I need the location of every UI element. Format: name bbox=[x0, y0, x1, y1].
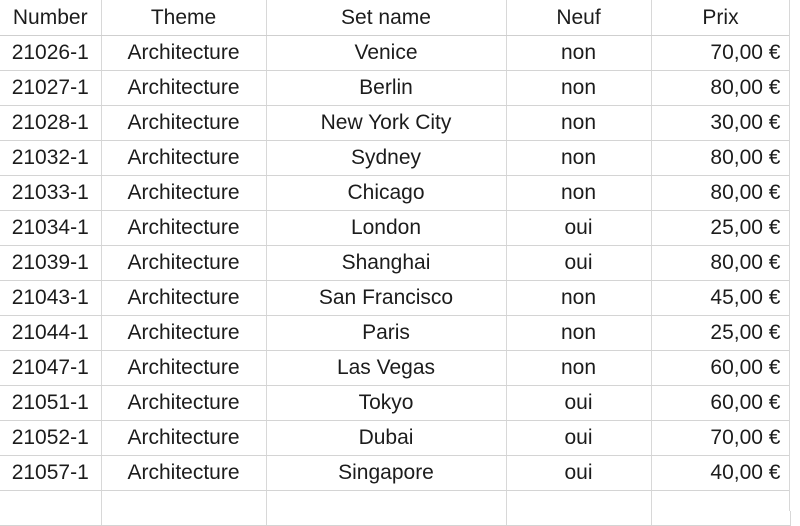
column-header-prix[interactable]: Prix bbox=[651, 0, 791, 36]
cell-prix[interactable]: 60,00 € bbox=[651, 350, 791, 386]
table-row[interactable]: 21026-1 Architecture Venice non 70,00 € bbox=[0, 35, 791, 71]
cell-number[interactable]: 21032-1 bbox=[0, 140, 102, 176]
cell-setname[interactable]: Chicago bbox=[266, 175, 507, 211]
cell-prix[interactable]: 60,00 € bbox=[651, 385, 791, 421]
table-row[interactable]: 21047-1 Architecture Las Vegas non 60,00 € bbox=[0, 350, 791, 386]
cell-prix[interactable]: 45,00 € bbox=[651, 280, 791, 316]
cell-number[interactable]: 21039-1 bbox=[0, 245, 102, 281]
cell-setname[interactable]: Dubai bbox=[266, 420, 507, 456]
table-row[interactable]: 21057-1 Architecture Singapore oui 40,00 € bbox=[0, 455, 791, 491]
column-header-number[interactable]: Number bbox=[0, 0, 102, 36]
table-row[interactable]: 21051-1 Architecture Tokyo oui 60,00 € bbox=[0, 385, 791, 421]
cell-theme[interactable]: Architecture bbox=[101, 35, 267, 71]
cell-neuf[interactable]: non bbox=[506, 140, 652, 176]
table-row[interactable]: 21052-1 Architecture Dubai oui 70,00 € bbox=[0, 420, 791, 456]
cell-neuf[interactable]: oui bbox=[506, 210, 652, 246]
cell-prix[interactable]: 80,00 € bbox=[651, 245, 791, 281]
table-body: 21026-1 Architecture Venice non 70,00 €21027… bbox=[0, 35, 791, 526]
cell-setname[interactable]: Berlin bbox=[266, 70, 507, 106]
cell-setname[interactable]: Venice bbox=[266, 35, 507, 71]
cell-theme[interactable]: Architecture bbox=[101, 210, 267, 246]
cell-setname[interactable]: Shanghai bbox=[266, 245, 507, 281]
cell-setname[interactable]: Paris bbox=[266, 315, 507, 351]
cell-number[interactable]: 21044-1 bbox=[0, 315, 102, 351]
cell-number[interactable]: 21051-1 bbox=[0, 385, 102, 421]
cell-theme[interactable]: Architecture bbox=[101, 350, 267, 386]
cell-prix[interactable] bbox=[651, 490, 791, 526]
cell-theme[interactable]: Architecture bbox=[101, 455, 267, 491]
cell-neuf[interactable]: non bbox=[506, 280, 652, 316]
cell-neuf[interactable]: oui bbox=[506, 455, 652, 491]
cell-number[interactable]: 21052-1 bbox=[0, 420, 102, 456]
cell-number[interactable]: 21033-1 bbox=[0, 175, 102, 211]
cell-setname[interactable]: San Francisco bbox=[266, 280, 507, 316]
cell-neuf[interactable]: non bbox=[506, 175, 652, 211]
cell-number[interactable]: 21047-1 bbox=[0, 350, 102, 386]
cell-theme[interactable]: Architecture bbox=[101, 280, 267, 316]
cell-prix[interactable]: 80,00 € bbox=[651, 70, 791, 106]
cell-theme[interactable]: Architecture bbox=[101, 70, 267, 106]
table-header: Number Theme Set name Neuf Prix bbox=[0, 0, 791, 36]
cell-prix[interactable]: 70,00 € bbox=[651, 420, 791, 456]
cell-prix[interactable]: 25,00 € bbox=[651, 315, 791, 351]
cell-setname[interactable]: London bbox=[266, 210, 507, 246]
cell-theme[interactable]: Architecture bbox=[101, 420, 267, 456]
cell-theme[interactable]: Architecture bbox=[101, 315, 267, 351]
sheet-right-margin bbox=[790, 0, 800, 511]
column-header-setname[interactable]: Set name bbox=[266, 0, 507, 36]
cell-theme[interactable]: Architecture bbox=[101, 385, 267, 421]
table-row-empty[interactable] bbox=[0, 490, 791, 526]
cell-neuf[interactable]: non bbox=[506, 70, 652, 106]
table-row[interactable]: 21043-1 Architecture San Francisco non 45,00… bbox=[0, 280, 791, 316]
table-row[interactable]: 21044-1 Architecture Paris non 25,00 € bbox=[0, 315, 791, 351]
table-row[interactable]: 21032-1 Architecture Sydney non 80,00 € bbox=[0, 140, 791, 176]
cell-theme[interactable]: Architecture bbox=[101, 140, 267, 176]
cell-prix[interactable]: 80,00 € bbox=[651, 175, 791, 211]
cell-theme[interactable] bbox=[101, 490, 267, 526]
cell-number[interactable]: 21057-1 bbox=[0, 455, 102, 491]
cell-prix[interactable]: 30,00 € bbox=[651, 105, 791, 141]
cell-neuf[interactable]: non bbox=[506, 350, 652, 386]
cell-neuf[interactable] bbox=[506, 490, 652, 526]
cell-neuf[interactable]: non bbox=[506, 35, 652, 71]
cell-theme[interactable]: Architecture bbox=[101, 105, 267, 141]
cell-number[interactable]: 21034-1 bbox=[0, 210, 102, 246]
cell-prix[interactable]: 70,00 € bbox=[651, 35, 791, 71]
cell-number[interactable]: 21043-1 bbox=[0, 280, 102, 316]
cell-number[interactable] bbox=[0, 490, 102, 526]
cell-prix[interactable]: 25,00 € bbox=[651, 210, 791, 246]
column-header-theme[interactable]: Theme bbox=[101, 0, 267, 36]
table-row[interactable]: 21027-1 Architecture Berlin non 80,00 € bbox=[0, 70, 791, 106]
cell-prix[interactable]: 80,00 € bbox=[651, 140, 791, 176]
cell-number[interactable]: 21026-1 bbox=[0, 35, 102, 71]
cell-neuf[interactable]: oui bbox=[506, 420, 652, 456]
data-table: Number Theme Set name Neuf Prix 21026-1 A… bbox=[0, 0, 791, 526]
cell-setname[interactable]: New York City bbox=[266, 105, 507, 141]
cell-number[interactable]: 21028-1 bbox=[0, 105, 102, 141]
cell-setname[interactable] bbox=[266, 490, 507, 526]
spreadsheet-sheet: Number Theme Set name Neuf Prix 21026-1 A… bbox=[0, 0, 800, 526]
table-row[interactable]: 21039-1 Architecture Shanghai oui 80,00 € bbox=[0, 245, 791, 281]
cell-setname[interactable]: Sydney bbox=[266, 140, 507, 176]
cell-setname[interactable]: Singapore bbox=[266, 455, 507, 491]
cell-neuf[interactable]: non bbox=[506, 105, 652, 141]
cell-setname[interactable]: Las Vegas bbox=[266, 350, 507, 386]
cell-setname[interactable]: Tokyo bbox=[266, 385, 507, 421]
cell-theme[interactable]: Architecture bbox=[101, 175, 267, 211]
table-row[interactable]: 21028-1 Architecture New York City non 30,00… bbox=[0, 105, 791, 141]
table-row[interactable]: 21033-1 Architecture Chicago non 80,00 € bbox=[0, 175, 791, 211]
cell-neuf[interactable]: oui bbox=[506, 245, 652, 281]
cell-neuf[interactable]: non bbox=[506, 315, 652, 351]
column-header-neuf[interactable]: Neuf bbox=[506, 0, 652, 36]
cell-neuf[interactable]: oui bbox=[506, 385, 652, 421]
cell-theme[interactable]: Architecture bbox=[101, 245, 267, 281]
table-row[interactable]: 21034-1 Architecture London oui 25,00 € bbox=[0, 210, 791, 246]
cell-prix[interactable]: 40,00 € bbox=[651, 455, 791, 491]
table-header-row: Number Theme Set name Neuf Prix bbox=[0, 0, 791, 36]
cell-number[interactable]: 21027-1 bbox=[0, 70, 102, 106]
